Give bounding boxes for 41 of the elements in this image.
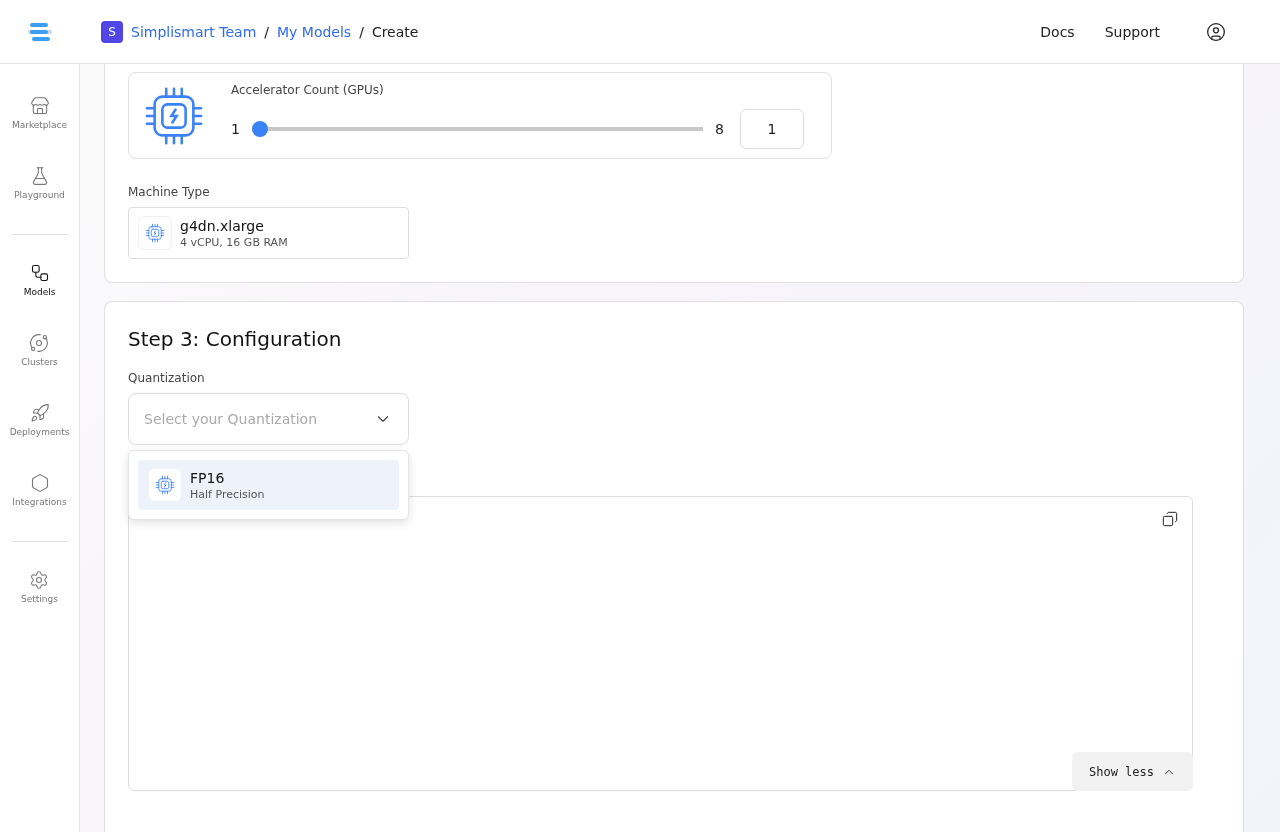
rocket-icon: [29, 403, 50, 423]
logo-icon[interactable]: [27, 21, 53, 42]
machine-name: g4dn.xlarge: [180, 217, 265, 234]
count-input[interactable]: 1: [740, 108, 804, 149]
slider-max: 8: [715, 120, 724, 137]
machine-spec: 4 vCPU, 16 GB RAM: [180, 235, 288, 249]
header-link[interactable]: Support: [1104, 23, 1160, 40]
settings-icon: [29, 570, 50, 590]
sidebar-item[interactable]: Marketplace: [11, 96, 68, 166]
dropdown-option[interactable]: FP16 Half Precision: [138, 460, 399, 510]
breadcrumb-current[interactable]: Create: [371, 23, 419, 40]
sidebar-item[interactable]: Integrations: [12, 473, 67, 543]
chip-icon: [145, 223, 165, 243]
breadcrumb-link[interactable]: Simplismart Team: [131, 23, 257, 40]
section-title: Step 3: Configuration: [128, 327, 343, 351]
breadcrumb-separator: /: [264, 23, 269, 40]
breadcrumb-separator: /: [359, 23, 364, 40]
store-icon: [29, 96, 50, 116]
sidebar-item[interactable]: Deployments: [9, 403, 70, 473]
show-less-button[interactable]: Show less: [1072, 752, 1193, 791]
machine-type-field[interactable]: g4dn.xlarge 4 vCPU, 16 GB RAM: [128, 207, 409, 259]
nodes-icon: [29, 263, 50, 283]
slider-min: 1: [231, 120, 240, 137]
breadcrumb-link[interactable]: My Models: [277, 23, 352, 40]
dots-circle-icon: [29, 333, 50, 353]
copy-button[interactable]: [1162, 511, 1178, 527]
team-avatar: S: [101, 20, 123, 43]
sidebar-item[interactable]: Settings: [21, 570, 58, 640]
chip-icon: [155, 475, 175, 495]
option-name: FP16: [190, 469, 226, 486]
user-icon[interactable]: [1206, 21, 1226, 42]
field-label: Machine Type: [128, 185, 211, 199]
slider-thumb[interactable]: [251, 120, 268, 137]
option-description: Half Precision: [190, 487, 265, 501]
sidebar-item[interactable]: Playground: [14, 166, 65, 236]
header-link[interactable]: Docs: [1040, 23, 1075, 40]
sidebar-item[interactable]: Clusters: [21, 333, 58, 403]
sidebar-item[interactable]: Models: [23, 263, 56, 333]
field-label: Quantization: [128, 371, 206, 385]
field-label: Accelerator Count (GPUs): [231, 82, 385, 97]
hexagon-icon: [29, 473, 50, 493]
